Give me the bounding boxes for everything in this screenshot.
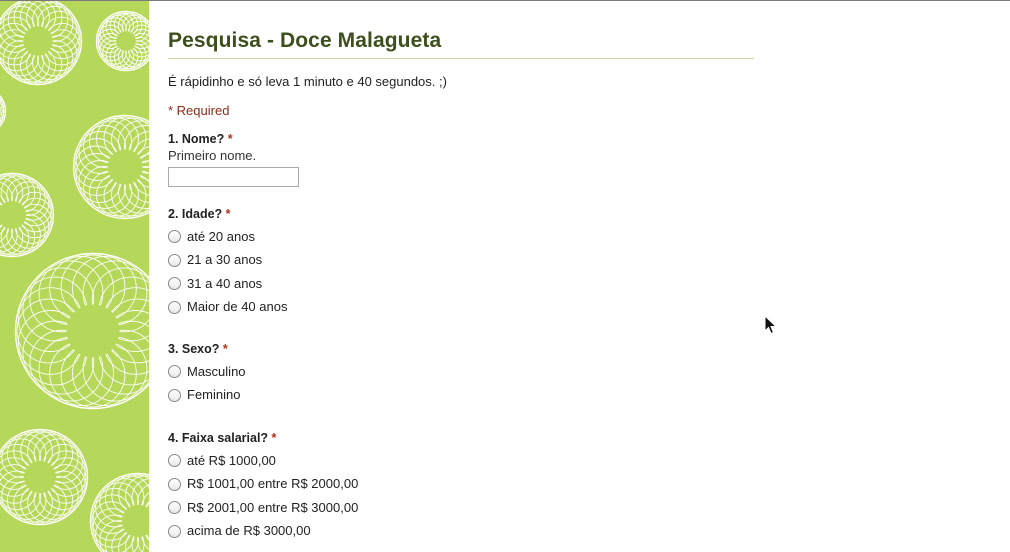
- sex-option-1[interactable]: Masculino: [168, 360, 758, 384]
- spirograph-flower: [0, 428, 89, 526]
- question-title: 4. Faixa salarial? *: [168, 430, 758, 446]
- radio-button[interactable]: [168, 477, 181, 491]
- required-note: * Required: [168, 103, 230, 118]
- age-option-2[interactable]: 21 a 30 anos: [168, 249, 758, 273]
- question-title: 2. Idade? *: [168, 206, 758, 222]
- window-top-border: [0, 0, 1010, 1]
- option-label: Feminino: [187, 387, 241, 403]
- radio-button[interactable]: [168, 501, 181, 515]
- question-name: 1. Nome? * Primeiro nome.: [168, 131, 758, 187]
- spirograph-flower: [95, 10, 149, 72]
- age-option-3[interactable]: 31 a 40 anos: [168, 272, 758, 296]
- option-label: 21 a 30 anos: [187, 252, 263, 268]
- name-input[interactable]: [168, 167, 299, 187]
- option-label: 31 a 40 anos: [187, 275, 263, 291]
- radio-button[interactable]: [168, 277, 181, 291]
- option-label: Maior de 40 anos: [187, 299, 288, 315]
- question-title: 1. Nome? *: [168, 131, 758, 147]
- radio-button[interactable]: [168, 230, 181, 244]
- question-sex: 3. Sexo? * Masculino Feminino: [168, 341, 758, 407]
- age-options: até 20 anos 21 a 30 anos 31 a 40 anos Ma…: [168, 225, 758, 319]
- sex-option-2[interactable]: Feminino: [168, 384, 758, 408]
- question-salary: 4. Faixa salarial? * até R$ 1000,00 R$ 1…: [168, 430, 758, 543]
- question-title-text: 2. Idade?: [168, 207, 223, 221]
- salary-option-2[interactable]: R$ 1001,00 entre R$ 2000,00: [168, 473, 758, 497]
- question-title-text: 1. Nome?: [168, 132, 225, 146]
- flower-pattern-image: [0, 1, 149, 552]
- title-divider: [168, 58, 754, 59]
- salary-option-4[interactable]: acima de R$ 3000,00: [168, 520, 758, 544]
- question-age: 2. Idade? * até 20 anos 21 a 30 anos 31 …: [168, 206, 758, 319]
- sex-options: Masculino Feminino: [168, 360, 758, 407]
- decorative-sidebar: [0, 1, 149, 552]
- salary-option-1[interactable]: até R$ 1000,00: [168, 449, 758, 473]
- spirograph-flower: [14, 252, 149, 410]
- mouse-pointer-icon: [764, 315, 778, 335]
- survey-form: Pesquisa - Doce Malagueta É rápidinho e …: [168, 28, 758, 543]
- question-title-text: 3. Sexo?: [168, 342, 220, 356]
- question-title-text: 4. Faixa salarial?: [168, 431, 269, 445]
- spirograph-flower: [72, 114, 149, 220]
- question-title: 3. Sexo? *: [168, 341, 758, 357]
- question-help-text: Primeiro nome.: [168, 148, 257, 163]
- salary-options: até R$ 1000,00 R$ 1001,00 entre R$ 2000,…: [168, 449, 758, 543]
- spirograph-flower: [0, 172, 55, 258]
- option-label: R$ 2001,00 entre R$ 3000,00: [187, 499, 359, 515]
- radio-button[interactable]: [168, 524, 181, 538]
- required-asterisk: *: [222, 342, 228, 356]
- option-label: R$ 1001,00 entre R$ 2000,00: [187, 476, 359, 492]
- salary-option-3[interactable]: R$ 2001,00 entre R$ 3000,00: [168, 496, 758, 520]
- option-label: até 20 anos: [187, 228, 255, 244]
- radio-button[interactable]: [168, 454, 181, 468]
- radio-button[interactable]: [168, 253, 181, 267]
- spirograph-flower: [0, 94, 7, 128]
- form-title: Pesquisa - Doce Malagueta: [168, 29, 442, 52]
- age-option-4[interactable]: Maior de 40 anos: [168, 296, 758, 320]
- radio-button[interactable]: [168, 388, 181, 402]
- age-option-1[interactable]: até 20 anos: [168, 225, 758, 249]
- option-label: acima de R$ 3000,00: [187, 523, 311, 539]
- radio-button[interactable]: [168, 300, 181, 314]
- spirograph-flower: [89, 472, 149, 552]
- option-label: Masculino: [187, 363, 246, 379]
- required-asterisk: *: [225, 207, 231, 221]
- option-label: até R$ 1000,00: [187, 452, 276, 468]
- required-asterisk: *: [271, 431, 277, 445]
- required-asterisk: *: [227, 132, 233, 146]
- radio-button[interactable]: [168, 365, 181, 379]
- spirograph-flower: [0, 1, 83, 86]
- form-description: É rápidinho e só leva 1 minuto e 40 segu…: [168, 74, 447, 89]
